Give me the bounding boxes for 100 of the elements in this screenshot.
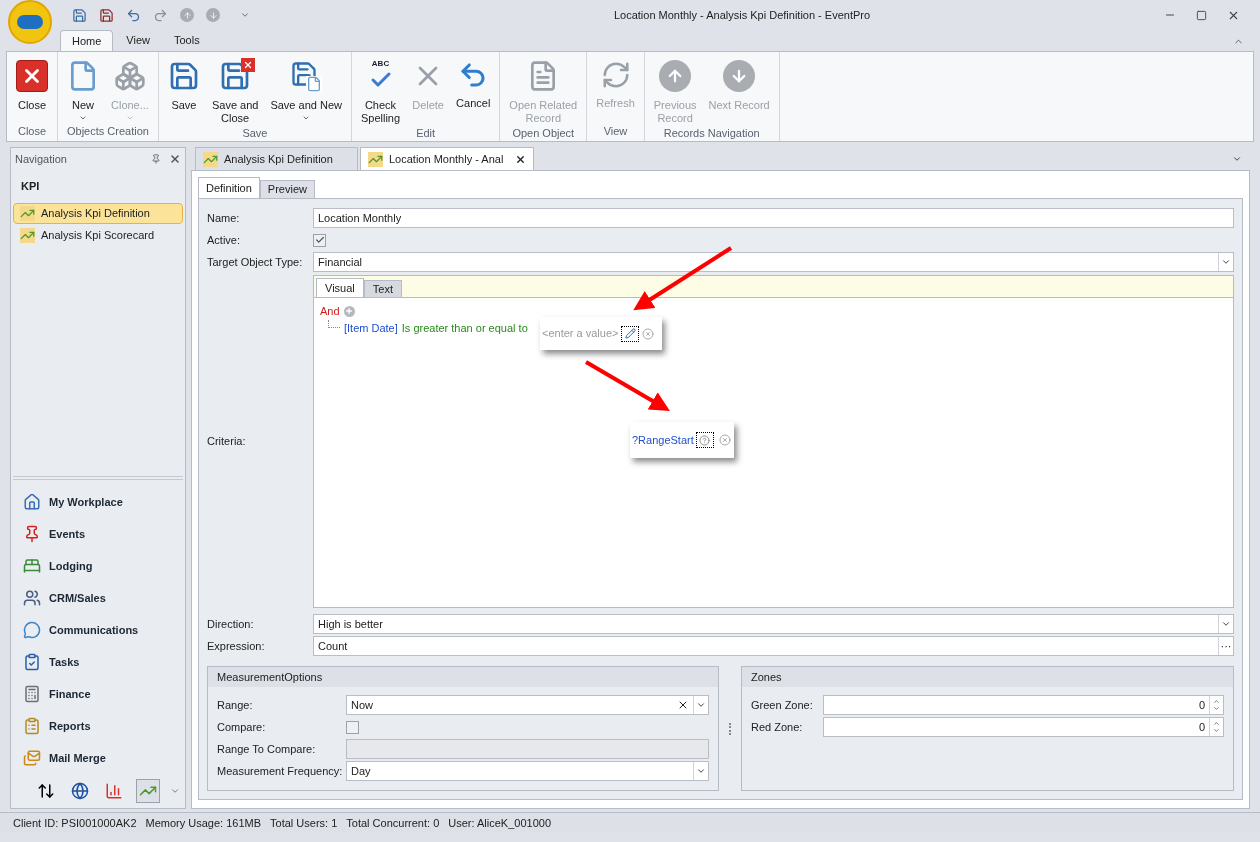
field-label: Red Zone: [751,719,804,735]
compare-checkbox[interactable] [346,720,359,734]
ribbon-group-label: Edit [415,126,437,141]
close-icon [16,60,48,92]
module-item[interactable]: Finance [11,678,185,710]
field-value: Count [317,638,349,654]
target-type-dropdown[interactable]: Financial [313,252,1234,272]
ribbon-button[interactable]: Save and New [265,60,347,122]
save-close-icon[interactable] [99,7,114,23]
ribbon-group-label: Records Navigation [662,126,761,141]
more-caret-icon[interactable] [170,786,180,796]
save-new-icon [290,60,323,92]
field-value: 0 [1197,719,1206,735]
module-item[interactable]: Communications [11,614,185,646]
module-item[interactable]: My Workplace [11,486,185,518]
status-text: Client ID: PSI001000AK2 [13,815,137,831]
spin-up-icon [1213,720,1220,727]
navigation-item[interactable]: Analysis Kpi Definition [13,202,183,224]
field-label: Range To Compare: [217,741,317,757]
customize-menu-icon[interactable] [240,10,250,20]
name-field[interactable]: Location Monthly [313,208,1234,228]
kpi-chart-icon [20,205,35,221]
active-checkbox[interactable] [313,233,326,247]
document-tab[interactable]: Analysis Kpi Definition [195,147,358,170]
add-condition-icon[interactable] [343,305,355,317]
expression-field[interactable]: Count ··· [313,636,1234,656]
tab-list-caret-icon[interactable] [1232,154,1242,164]
remove-icon[interactable] [642,327,655,340]
dropdown-caret-icon [125,114,134,122]
ribbon-tab[interactable]: Home [60,30,114,51]
save-icon[interactable] [72,7,87,23]
ellipsis-button[interactable]: ··· [1218,637,1233,655]
pin-icon[interactable] [151,154,161,164]
remove-icon[interactable] [718,434,731,446]
field-label: Name: [207,210,241,226]
undo-icon[interactable] [126,7,141,23]
ribbon-group-label: Save [241,126,269,141]
direction-dropdown[interactable]: High is better [313,614,1234,634]
people-icon [23,589,41,607]
status-text: Total Concurrent: 0 [346,815,440,831]
kpi-chart-icon [368,151,383,167]
frequency-dropdown[interactable]: Day [346,761,709,781]
condition-field[interactable]: [Item Date] [344,319,398,337]
range-dropdown[interactable]: Now [346,695,709,715]
field-label: Expression: [207,638,266,654]
zone-spin-field[interactable]: 0 [823,695,1224,715]
status-text: User: AliceK_001000 [448,815,551,831]
clear-icon[interactable] [677,699,689,711]
module-item[interactable]: Reports [11,710,185,742]
module-item[interactable]: Tasks [11,646,185,678]
caret-icon [1221,257,1231,267]
ribbon-button[interactable]: Save [162,60,205,112]
ribbon-group-label: Objects Creation [66,123,150,139]
pushpin-icon [23,525,41,543]
field-value: High is better [317,616,384,632]
group-operator[interactable]: And [320,302,340,320]
group-title: Zones [742,667,1233,687]
cubes-icon [113,60,146,92]
field-value: 0 [1197,697,1206,713]
form-tab[interactable]: Definition [198,177,260,198]
caret-icon [696,700,706,710]
close-icon[interactable] [169,153,181,165]
module-item[interactable]: CRM/Sales [11,582,185,614]
field-value: Day [350,763,372,779]
parameter-value[interactable]: ?RangeStart [632,431,694,449]
zone-spin-field[interactable]: 0 [823,717,1224,737]
globe-icon [71,782,89,800]
restore-icon[interactable] [1196,9,1207,21]
form-tab[interactable]: Preview [259,180,315,198]
edit-pencil-icon[interactable] [621,325,640,342]
ribbon-group-label: Open Object [511,126,576,141]
ribbon-button[interactable]: Save and Close [206,60,264,125]
criteria-tab[interactable]: Text [363,280,402,297]
document-tab[interactable]: Location Monthly - Anal [360,147,535,170]
module-item[interactable]: Mail Merge [11,742,185,774]
ribbon-button[interactable]: New [62,60,104,122]
navigation-item[interactable]: Analysis Kpi Scorecard [13,224,183,246]
ribbon-tab[interactable]: View [115,30,161,51]
section-title: KPI [20,179,41,194]
module-item[interactable]: Lodging [11,550,185,582]
clipboard-icon [23,717,41,735]
field-value: Financial [317,254,364,270]
bed-icon [23,557,41,575]
ribbon-button[interactable]: Close [11,60,53,112]
documents-icon [23,749,41,767]
ribbon-button[interactable]: Cancel [451,60,496,110]
field-label: Compare: [217,719,267,735]
ribbon-button[interactable]: ABC Check Spelling [355,60,406,125]
help-icon[interactable] [695,432,714,448]
field-label: Target Object Type: [207,254,304,270]
ribbon-group-label: View [602,123,629,139]
criteria-tab[interactable]: Visual [316,278,364,297]
field-label: Range: [217,697,254,713]
redo-icon[interactable] [153,7,168,23]
app-logo-icon[interactable] [8,0,52,44]
module-item[interactable]: Events [11,518,185,550]
condition-operator[interactable]: Is greater than or equal to [401,319,528,337]
ribbon-tab[interactable]: Tools [163,30,211,51]
close-tab-icon[interactable] [515,153,527,165]
caret-icon [696,766,706,776]
